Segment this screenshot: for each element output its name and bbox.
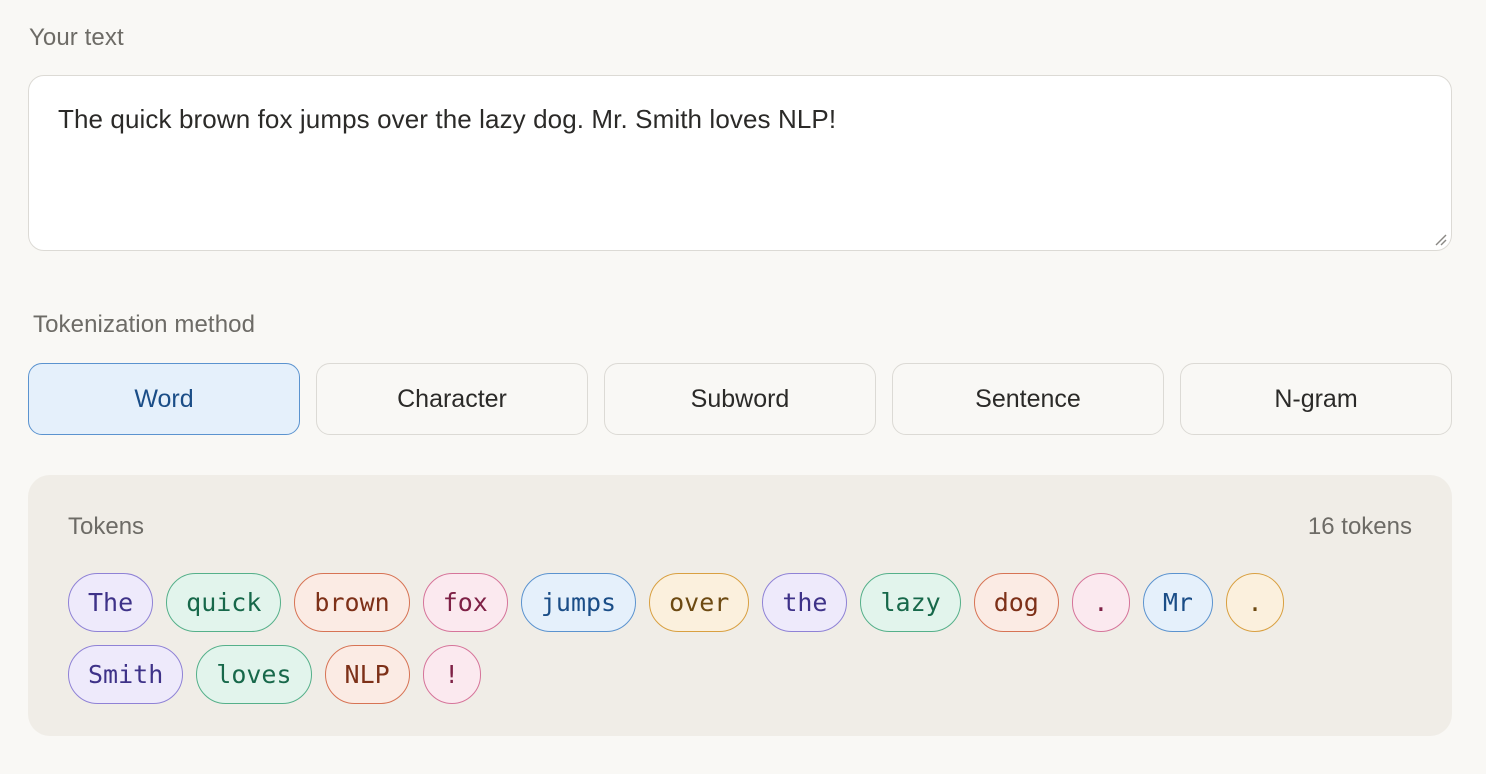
token-chip: .: [1225, 573, 1284, 632]
token-chip: Smith: [68, 645, 184, 704]
resize-grip-icon[interactable]: [1433, 232, 1447, 246]
token-chip: lazy: [860, 573, 961, 632]
tokenization-method-label: Tokenization method: [33, 311, 256, 338]
method-selector: Word Character Subword Sentence N-gram: [28, 363, 1452, 435]
method-ngram-button[interactable]: N-gram: [1180, 363, 1452, 435]
token-chip: quick: [166, 573, 282, 632]
token-chip: The: [68, 573, 154, 632]
tokens-panel: Tokens 16 tokens The quick brown fox jum…: [28, 475, 1452, 736]
text-input-label: Your text: [29, 24, 124, 51]
token-chip: fox: [422, 573, 508, 632]
token-chip: loves: [196, 645, 312, 704]
token-chip: jumps: [520, 573, 637, 632]
text-input-value: The quick brown fox jumps over the lazy …: [58, 104, 837, 134]
token-chip: .: [1071, 573, 1130, 632]
token-chip: brown: [294, 573, 410, 632]
token-chip: dog: [973, 573, 1059, 632]
token-chip: NLP: [324, 645, 410, 704]
method-subword-button[interactable]: Subword: [604, 363, 876, 435]
tokenizer-page: Your text The quick brown fox jumps over…: [0, 0, 1486, 774]
token-chip: over: [649, 573, 750, 632]
method-word-button[interactable]: Word: [28, 363, 300, 435]
method-character-button[interactable]: Character: [316, 363, 588, 435]
token-chip: the: [762, 573, 848, 632]
token-chip: Mr: [1142, 573, 1213, 632]
token-list: The quick brown fox jumps over the lazy …: [68, 573, 1412, 704]
text-input[interactable]: The quick brown fox jumps over the lazy …: [28, 75, 1452, 251]
token-chip: !: [422, 645, 481, 704]
tokens-title: Tokens: [68, 513, 145, 540]
method-sentence-button[interactable]: Sentence: [892, 363, 1164, 435]
token-count: 16 tokens: [1307, 513, 1412, 540]
